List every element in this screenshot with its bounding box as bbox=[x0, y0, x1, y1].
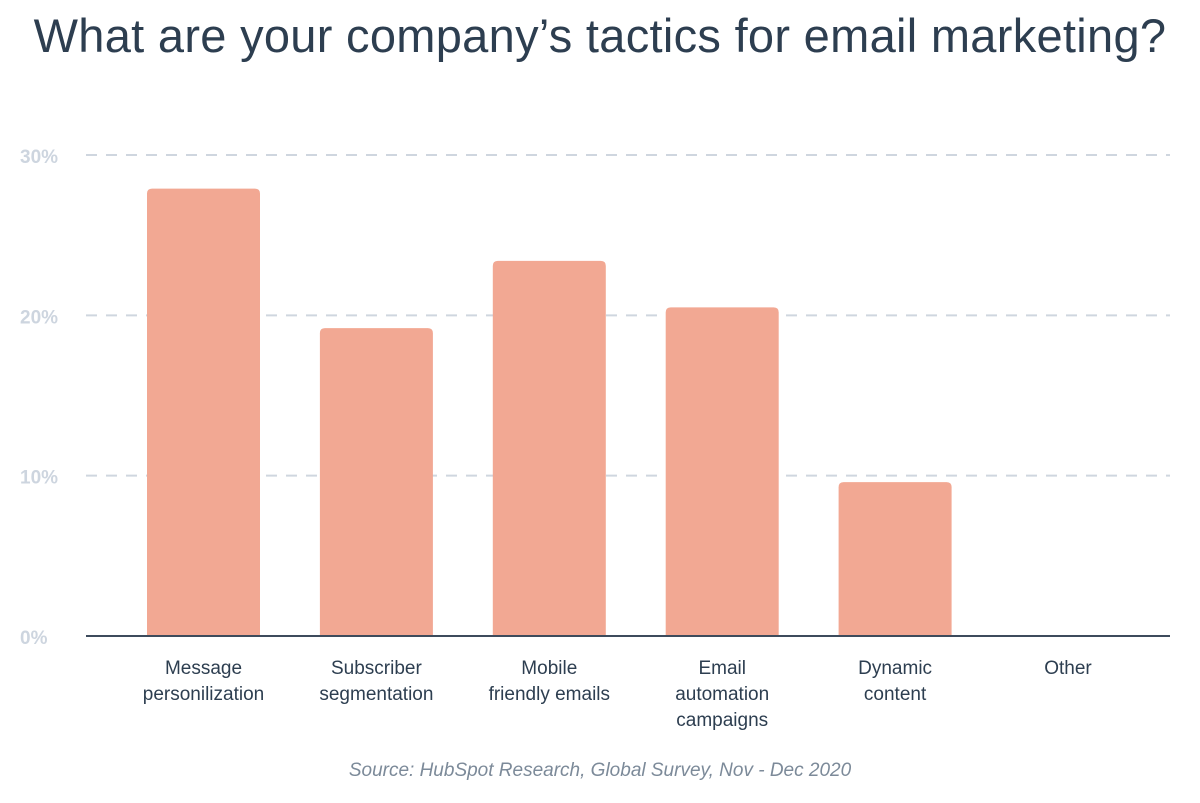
bar bbox=[147, 188, 260, 637]
y-tick-label: 30% bbox=[20, 147, 58, 168]
x-tick-label: Message bbox=[165, 658, 242, 679]
bar bbox=[665, 307, 779, 636]
bars bbox=[147, 188, 952, 637]
x-tick-label: Subscriber bbox=[331, 658, 422, 679]
y-tick-label: 20% bbox=[20, 307, 58, 328]
x-tick-label: friendly emails bbox=[489, 684, 610, 705]
x-tick-label: Dynamic bbox=[858, 658, 932, 679]
bar bbox=[492, 260, 606, 636]
x-axis-labels: Message personilization Subscriber segmenta… bbox=[143, 658, 1093, 731]
x-tick-label: segmentation bbox=[319, 684, 433, 705]
x-tick-label: content bbox=[864, 684, 927, 705]
bar-chart: 0% 10% 20% 30% Message personilization Subscr… bbox=[20, 147, 1170, 731]
x-tick-label: campaigns bbox=[676, 710, 768, 731]
x-tick-label: Other bbox=[1044, 658, 1092, 679]
source-note: Source: HubSpot Research, Global Survey,… bbox=[348, 760, 852, 781]
bar bbox=[319, 328, 433, 636]
y-tick-label: 10% bbox=[20, 468, 58, 489]
y-axis-ticks: 0% 10% 20% 30% bbox=[20, 147, 58, 649]
x-tick-label: Email bbox=[698, 658, 746, 679]
bar bbox=[838, 482, 952, 636]
y-tick-label: 0% bbox=[20, 628, 48, 649]
x-tick-label: personilization bbox=[143, 684, 264, 705]
x-tick-label: Mobile bbox=[521, 658, 577, 679]
x-tick-label: automation bbox=[675, 684, 769, 705]
